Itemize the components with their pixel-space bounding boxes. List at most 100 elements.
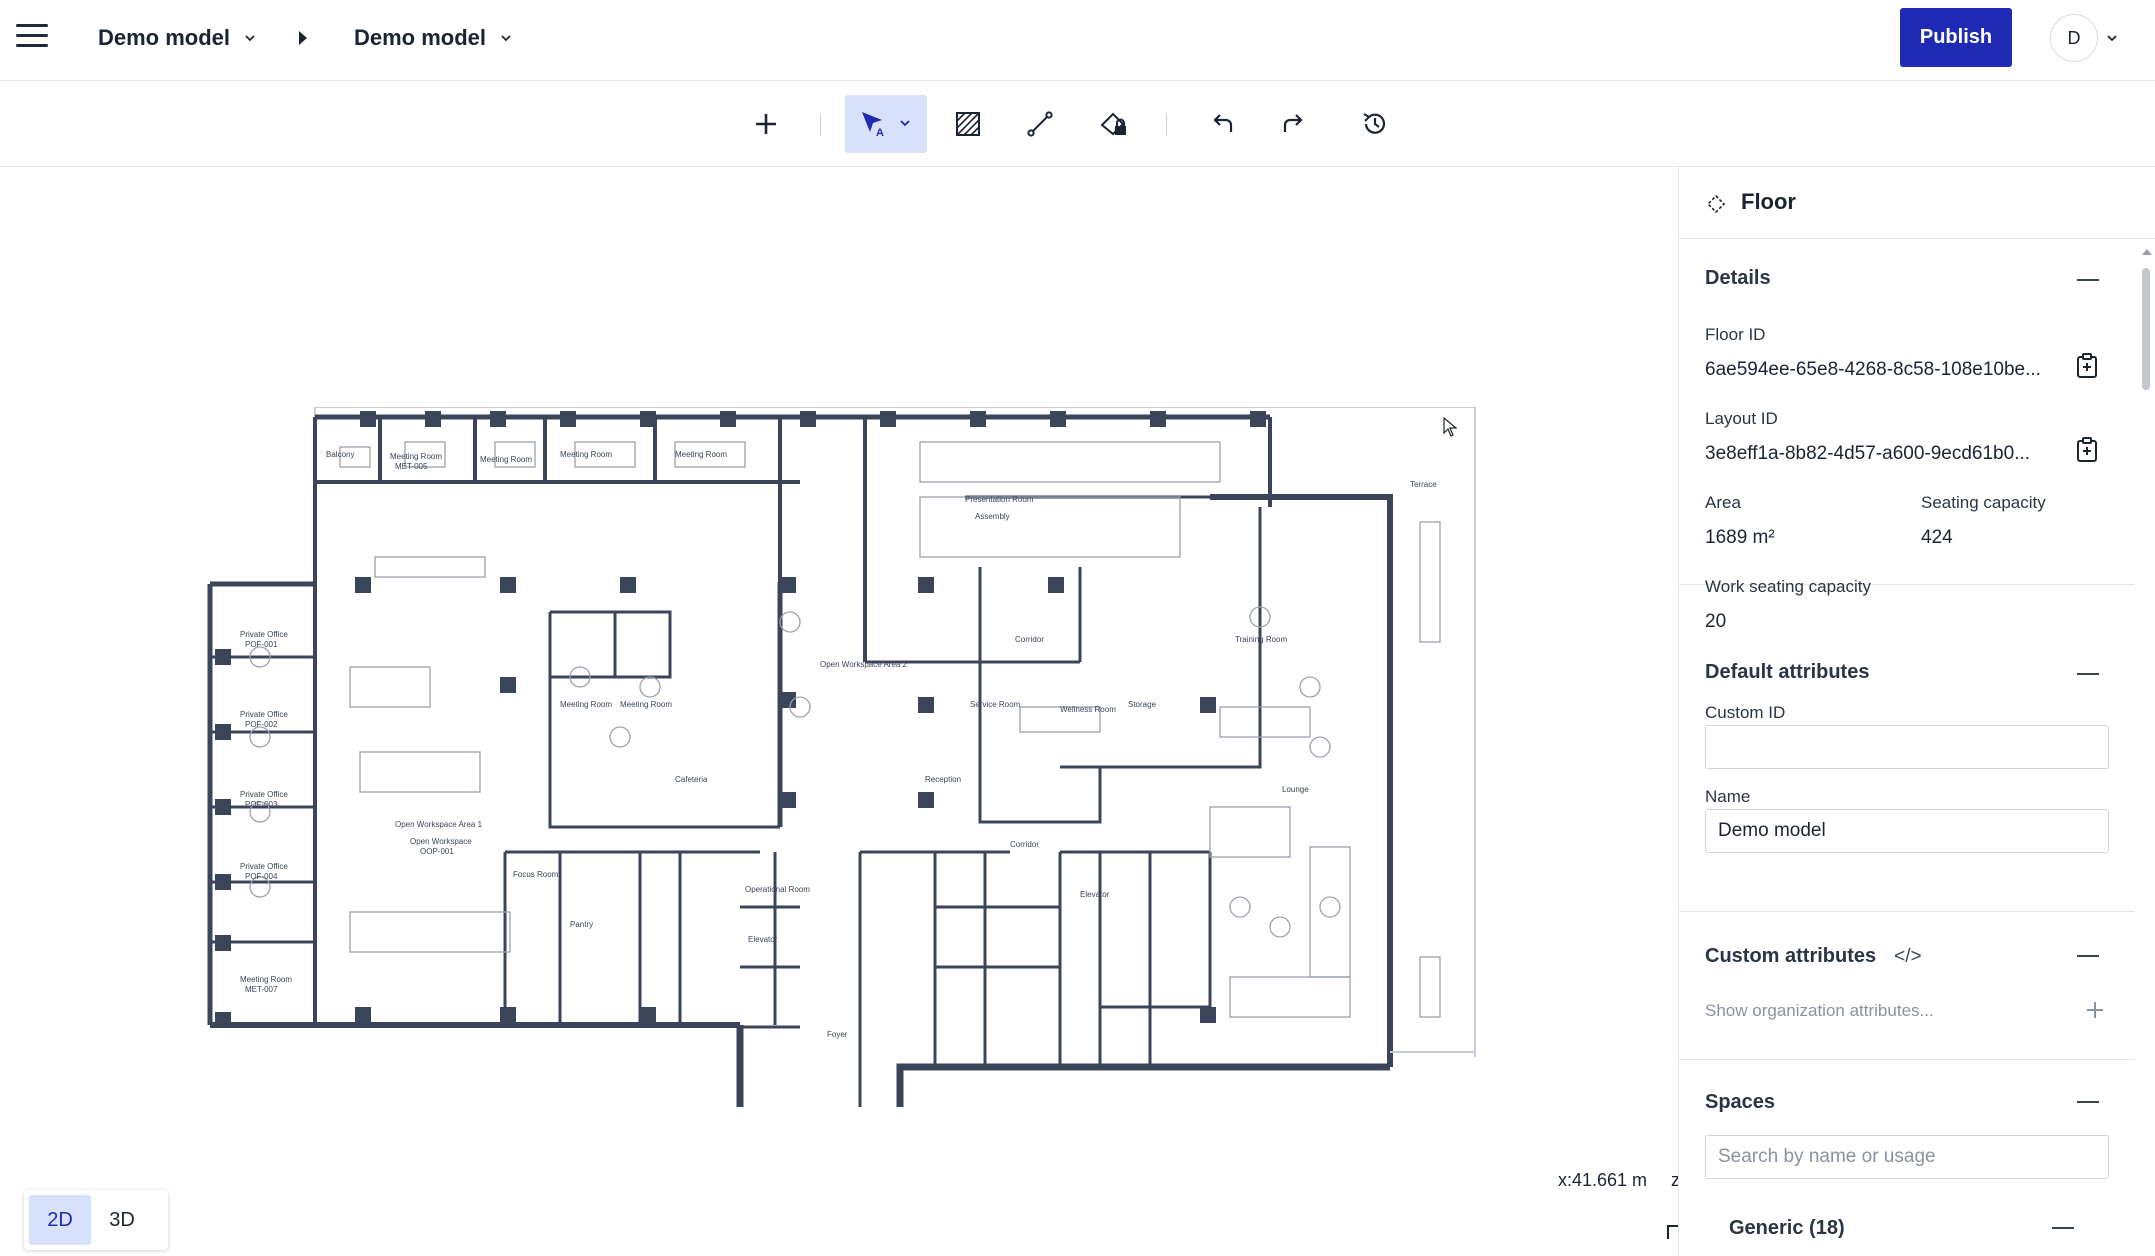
breadcrumb-separator-icon xyxy=(299,31,307,45)
room-label: Service Room xyxy=(970,700,1021,709)
room-label: Assembly xyxy=(975,512,1010,521)
avatar[interactable]: D xyxy=(2050,14,2098,62)
seating-capacity-value: 424 xyxy=(1921,527,1953,548)
view-2d-button[interactable]: 2D xyxy=(29,1195,91,1245)
seating-capacity-label: Seating capacity xyxy=(1921,493,2046,512)
section-divider xyxy=(1679,1059,2134,1060)
copy-floor-id-icon[interactable] xyxy=(2076,353,2098,379)
room-label: Storage xyxy=(1128,700,1157,709)
toolbar-divider xyxy=(820,114,821,136)
show-org-attributes-hint[interactable]: Show organization attributes... xyxy=(1705,1001,1934,1021)
room-label: Focus Room xyxy=(513,870,559,879)
add-button[interactable] xyxy=(737,95,795,153)
publish-button[interactable]: Publish xyxy=(1900,8,2012,67)
floor-id-label: Floor ID xyxy=(1705,325,1766,344)
app-root: Demo model Demo model Publish D A Balcon… xyxy=(0,0,2155,1256)
collapse-spaces-button[interactable] xyxy=(2077,1101,2099,1103)
section-divider xyxy=(1679,911,2134,912)
custom-id-input[interactable] xyxy=(1705,725,2109,769)
spaces-search-input[interactable] xyxy=(1705,1135,2109,1179)
spaces-group-generic[interactable]: Generic (18) xyxy=(1729,1217,1845,1240)
coordinate-readout-z: z xyxy=(1671,1170,1678,1190)
canvas-corner-marker xyxy=(1667,1225,1678,1239)
breadcrumb-model-label: Demo model xyxy=(354,25,487,50)
panel-title: Floor xyxy=(1741,189,1796,214)
hatch-icon xyxy=(956,112,980,136)
fill-icon xyxy=(1100,112,1126,136)
undo-button[interactable] xyxy=(1194,95,1252,153)
room-label-balcony: Balcony xyxy=(326,450,354,459)
room-label: Meeting Room xyxy=(620,700,672,709)
collapse-generic-group-button[interactable] xyxy=(2052,1227,2074,1229)
collapse-custom-attributes-button[interactable] xyxy=(2077,955,2099,957)
room-label: MET-007 xyxy=(245,985,278,994)
toolbar-divider xyxy=(1166,114,1167,136)
work-seating-label: Work seating capacity xyxy=(1705,577,1871,596)
room-label: Meeting Room xyxy=(560,450,612,459)
room-label: Operational Room xyxy=(745,885,810,894)
chevron-down-icon[interactable] xyxy=(2106,32,2118,44)
details-title: Details xyxy=(1705,267,1771,289)
work-seating-value: 20 xyxy=(1705,611,1727,632)
room-label: Elevator xyxy=(1080,890,1110,899)
menu-icon[interactable] xyxy=(16,24,48,52)
room-label: Meeting Room xyxy=(560,700,612,709)
chevron-down-icon xyxy=(245,35,255,42)
hatch-tool-button[interactable] xyxy=(939,95,997,153)
fill-tool-button[interactable] xyxy=(1085,95,1143,153)
custom-attributes-title: Custom attributes xyxy=(1705,945,1877,967)
room-label: Elevator xyxy=(748,935,778,944)
room-label: POF-002 xyxy=(245,720,278,729)
collapse-details-button[interactable] xyxy=(2077,279,2099,281)
room-label: Open Workspace Area 1 xyxy=(395,820,483,829)
room-label: Corridor xyxy=(1010,840,1039,849)
floorplan-canvas[interactable]: Balcony Meeting Room MET-005 Meeting Roo… xyxy=(0,167,1678,1256)
layout-id-value: 3e8eff1a-8b82-4d57-a600-9ecd61b0... xyxy=(1705,443,2031,464)
history-button[interactable] xyxy=(1346,95,1404,153)
select-tool-button[interactable]: A xyxy=(845,95,927,153)
undo-icon xyxy=(1213,114,1233,132)
name-label: Name xyxy=(1705,787,1751,806)
line-tool-button[interactable] xyxy=(1011,95,1069,153)
copy-layout-id-icon[interactable] xyxy=(2076,437,2098,463)
panel-scrollbar-thumb[interactable] xyxy=(2142,268,2150,390)
custom-id-label: Custom ID xyxy=(1705,703,1786,722)
room-label: Private Office xyxy=(240,790,288,799)
line-icon xyxy=(1027,111,1053,137)
code-icon[interactable]: </> xyxy=(1894,946,1921,968)
chevron-down-icon xyxy=(501,35,511,42)
breadcrumb-model[interactable]: Demo model xyxy=(354,22,512,54)
floorplan-drawing[interactable]: Balcony Meeting Room MET-005 Meeting Roo… xyxy=(200,407,1490,1107)
name-input[interactable] xyxy=(1705,809,2109,853)
top-bar: Demo model Demo model Publish D xyxy=(0,0,2155,81)
room-label: Private Office xyxy=(240,630,288,639)
add-icon xyxy=(756,114,776,134)
room-label: Training Room xyxy=(1235,635,1288,644)
breadcrumb-project[interactable]: Demo model xyxy=(98,22,256,54)
area-value: 1689 m² xyxy=(1705,527,1775,548)
select-icon: A xyxy=(862,112,910,139)
room-label: POF-004 xyxy=(245,872,278,881)
room-label: Meeting Room xyxy=(390,452,442,461)
room-label: Meeting Room xyxy=(240,975,292,984)
room-label: MET-005 xyxy=(395,462,428,471)
room-label: Private Office xyxy=(240,862,288,871)
toolbar: A xyxy=(0,81,2155,167)
view-toggle: 2D 3D xyxy=(24,1190,168,1250)
custom-attributes-header: Custom attributes </> xyxy=(1705,945,1922,968)
room-label: Meeting Room xyxy=(675,450,727,459)
redo-button[interactable] xyxy=(1264,95,1322,153)
view-3d-button[interactable]: 3D xyxy=(91,1195,153,1245)
room-label: Wellness Room xyxy=(1060,705,1116,714)
details-section: Details Floor ID 6ae594ee-65e8-4268-8c58… xyxy=(1679,239,2134,632)
add-attribute-icon[interactable] xyxy=(2085,1000,2105,1020)
scroll-up-arrow-icon[interactable] xyxy=(2140,246,2154,258)
floor-id-value: 6ae594ee-65e8-4268-8c58-108e10be... xyxy=(1705,359,2041,380)
room-label: Cafeteria xyxy=(675,775,708,784)
room-label: POF-003 xyxy=(245,800,278,809)
collapse-default-attributes-button[interactable] xyxy=(2077,673,2099,675)
coordinate-readout: x:41.661 m xyxy=(1558,1170,1648,1190)
room-label: Presentation Room xyxy=(965,495,1034,504)
room-label: Private Office xyxy=(240,710,288,719)
layout-id-label: Layout ID xyxy=(1705,409,1778,428)
